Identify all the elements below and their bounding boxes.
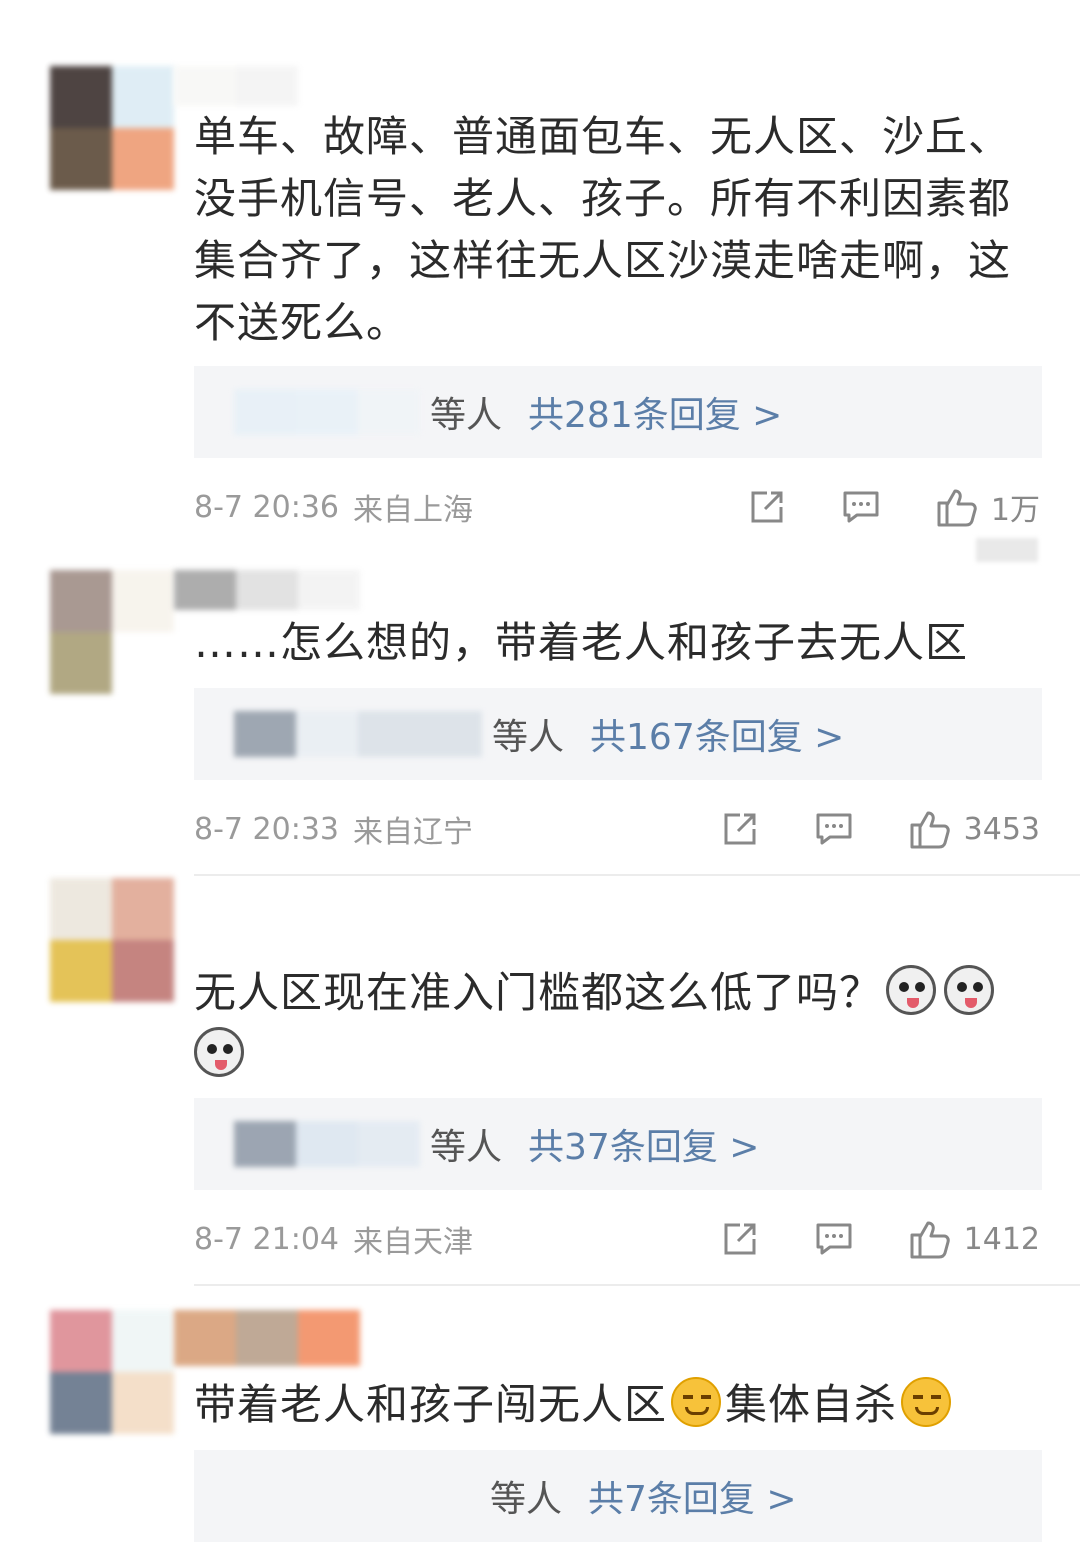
smirk-emoji-icon (671, 1377, 722, 1427)
thumbs-up-icon (910, 811, 950, 849)
comment-button[interactable] (814, 809, 854, 849)
comment-text: 带着老人和孩子闯无人区 集体自杀 (194, 1374, 1044, 1436)
like-button[interactable]: 1412 (908, 1217, 1040, 1261)
divider (194, 874, 1080, 876)
husky-emoji-icon (944, 965, 995, 1015)
username[interactable] (174, 570, 360, 610)
share-icon (751, 491, 783, 523)
reply-summary[interactable]: 等人 共281条回复 > (194, 366, 1042, 458)
avatar[interactable] (50, 570, 174, 694)
reply-users (234, 389, 420, 435)
reply-summary[interactable]: 等人 共37条回复 > (194, 1098, 1042, 1190)
comment-button[interactable] (814, 1219, 854, 1259)
comment-icon (816, 1223, 852, 1255)
comment-text: 单车、故障、普通面包车、无人区、沙丘、没手机信号、老人、孩子。所有不利因素都集合… (194, 112, 1012, 347)
smirk-emoji-icon (901, 1377, 952, 1427)
reply-users (234, 1121, 420, 1167)
username[interactable] (174, 1310, 360, 1366)
comment-icon (843, 491, 879, 523)
comment-text-part1: 带着老人和孩子闯无人区 (194, 1380, 668, 1429)
reply-count[interactable]: 共167条回复 > (590, 708, 844, 760)
comment-time: 8-7 21:04 (194, 1221, 339, 1257)
divider (194, 1284, 1080, 1286)
comment-meta: 8-7 20:36 来自上海 1万 (194, 484, 1040, 530)
like-button[interactable]: 3453 (908, 807, 1040, 851)
comment-location: 来自天津 (353, 1225, 473, 1260)
comment-meta: 8-7 20:33 来自辽宁 3453 (194, 806, 1040, 852)
reply-count[interactable]: 共7条回复 > (588, 1470, 797, 1522)
share-icon (724, 1223, 756, 1255)
husky-emoji-icon (886, 965, 937, 1015)
like-count: 3453 (963, 811, 1040, 847)
like-button[interactable]: 1万 (935, 485, 1040, 529)
username[interactable] (174, 66, 298, 106)
like-count: 1412 (963, 1221, 1040, 1257)
reply-who: 等人 (492, 717, 565, 758)
avatar[interactable] (50, 1310, 174, 1434)
share-icon (724, 813, 756, 845)
comment-time: 8-7 20:33 (194, 811, 339, 847)
reply-users (234, 711, 482, 757)
comment-location: 来自辽宁 (353, 815, 473, 850)
like-count: 1万 (990, 493, 1040, 528)
comment-text-body: 无人区现在准入门槛都这么低了吗？ (194, 968, 883, 1017)
share-button[interactable] (720, 809, 760, 849)
reply-count[interactable]: 共37条回复 > (528, 1118, 759, 1170)
reply-who: 等人 (430, 1127, 503, 1168)
reply-count[interactable]: 共281条回复 > (528, 386, 782, 438)
comment-time: 8-7 20:36 (194, 489, 339, 525)
comment-text: 无人区现在准入门槛都这么低了吗？ (194, 962, 1014, 1086)
reply-summary[interactable]: 等人 共7条回复 > (194, 1450, 1042, 1542)
comment-icon (816, 813, 852, 845)
comment-text-part2: 集体自杀 (725, 1380, 898, 1429)
reply-who: 等人 (430, 395, 503, 436)
reply-who: 等人 (490, 1479, 563, 1520)
comment-meta: 8-7 21:04 来自天津 1412 (194, 1216, 1040, 1262)
reply-summary[interactable]: 等人 共167条回复 > (194, 688, 1042, 780)
share-button[interactable] (747, 487, 787, 527)
share-button[interactable] (720, 1219, 760, 1259)
thumbs-up-icon (910, 1221, 950, 1259)
blur-patch (976, 538, 1038, 562)
husky-emoji-icon (194, 1027, 244, 1077)
avatar[interactable] (50, 878, 174, 1002)
comment-button[interactable] (841, 487, 881, 527)
comment-location: 来自上海 (353, 493, 473, 528)
comment-list-screen: { "comments": [ { "avatar_colors": ["#3b… (0, 0, 1080, 1552)
comment-text: ……怎么想的，带着老人和孩子去无人区 (194, 618, 969, 667)
avatar[interactable] (50, 66, 174, 190)
thumbs-up-icon (937, 489, 977, 527)
